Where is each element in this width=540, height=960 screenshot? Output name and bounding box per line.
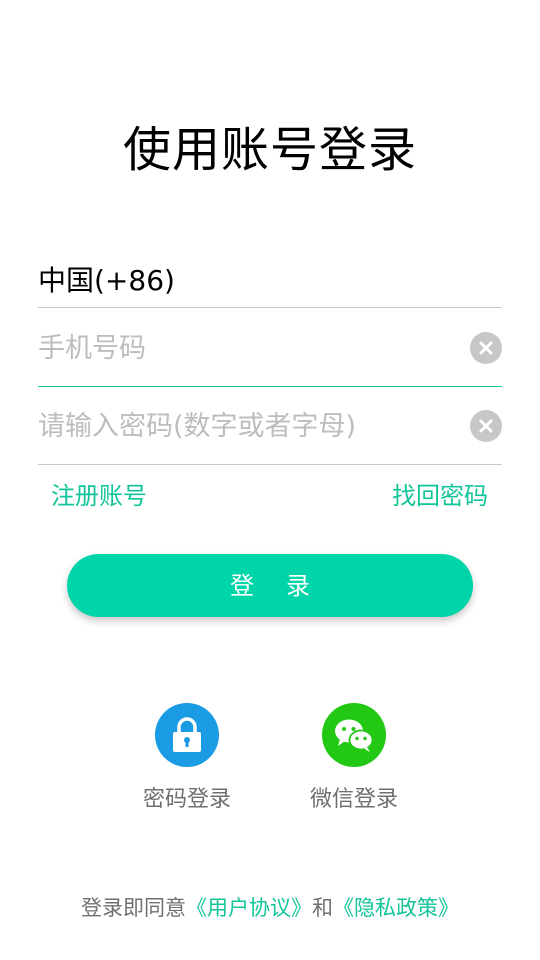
page-title: 使用账号登录	[122, 122, 417, 178]
agreement-conjunction: 和	[312, 896, 333, 920]
forgot-password-link[interactable]: 找回密码	[392, 478, 488, 514]
phone-field-row	[38, 309, 502, 387]
password-input[interactable]	[38, 387, 458, 465]
agreement-text: 登录即同意《用户协议》和《隐私政策》	[0, 892, 540, 924]
lock-icon	[155, 703, 219, 767]
country-code-selector[interactable]: 中国(+86)	[38, 255, 502, 308]
phone-clear-button[interactable]	[470, 332, 502, 364]
close-icon	[479, 341, 493, 355]
password-clear-button[interactable]	[470, 410, 502, 442]
password-login-label: 密码登录	[142, 787, 231, 812]
privacy-policy-link[interactable]: 《隐私政策》	[333, 896, 459, 920]
wechat-icon	[322, 703, 386, 767]
password-field-row	[38, 387, 502, 465]
agreement-prefix: 登录即同意	[81, 896, 186, 920]
login-button[interactable]: 登录	[67, 554, 473, 617]
phone-input[interactable]	[38, 309, 458, 387]
register-link[interactable]: 注册账号	[51, 478, 147, 514]
close-icon	[479, 419, 493, 433]
user-agreement-link[interactable]: 《用户协议》	[186, 896, 312, 920]
password-login-option[interactable]: 密码登录	[122, 703, 252, 823]
wechat-login-option[interactable]: 微信登录	[289, 703, 419, 823]
wechat-login-label: 微信登录	[309, 787, 398, 812]
country-code-label: 中国(+86)	[38, 264, 175, 297]
